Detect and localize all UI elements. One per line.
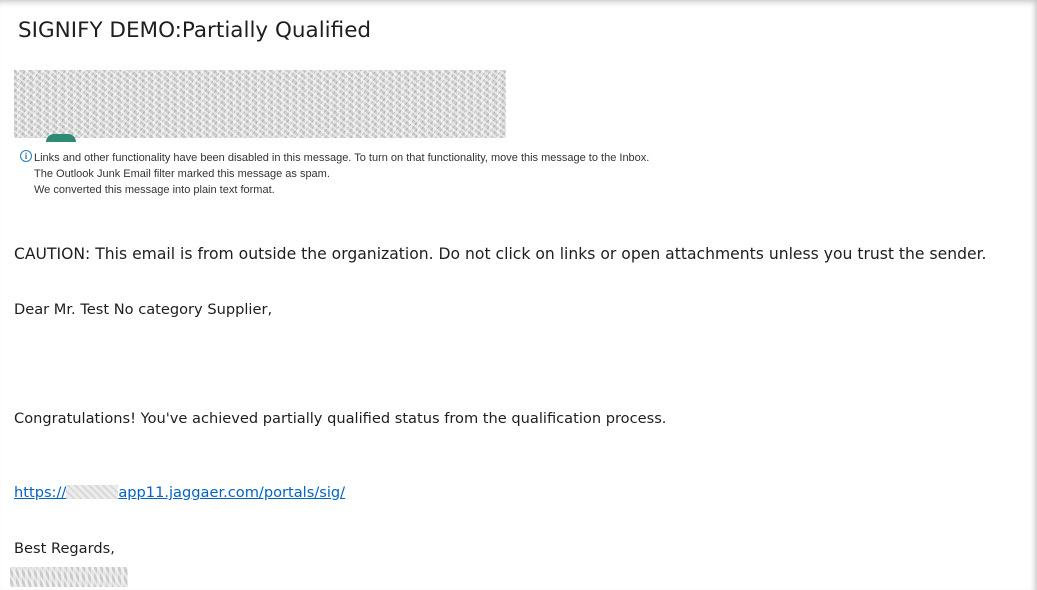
info-line-links-disabled: Links and other functionality have been … xyxy=(34,152,650,164)
redacted-sender-header xyxy=(14,70,506,138)
caution-banner-text: CAUTION: This email is from outside the … xyxy=(14,245,987,263)
redacted-link-segment xyxy=(66,485,119,499)
congratulations-text: Congratulations! You've achieved partial… xyxy=(14,410,667,427)
closing-text: Best Regards, xyxy=(14,540,115,557)
info-bar: i Links and other functionality have bee… xyxy=(20,150,650,198)
greeting-text: Dear Mr. Test No category Supplier, xyxy=(14,301,273,318)
redacted-signature xyxy=(10,567,128,587)
info-line-plain-text: We converted this message into plain tex… xyxy=(34,184,275,196)
sender-avatar xyxy=(46,134,76,142)
portal-link-prefix: https:// xyxy=(14,484,67,501)
email-reading-pane: SIGNIFY DEMO:Partially Qualified i Links… xyxy=(0,0,1037,590)
info-line-junk-filter: The Outlook Junk Email filter marked thi… xyxy=(34,168,330,180)
info-circle-icon: i xyxy=(20,150,32,162)
email-subject: SIGNIFY DEMO:Partially Qualified xyxy=(18,18,372,43)
portal-link[interactable]: https:// app11.jaggaer.com/portals/sig/ xyxy=(14,484,345,501)
portal-link-suffix: app11.jaggaer.com/portals/sig/ xyxy=(118,484,346,501)
